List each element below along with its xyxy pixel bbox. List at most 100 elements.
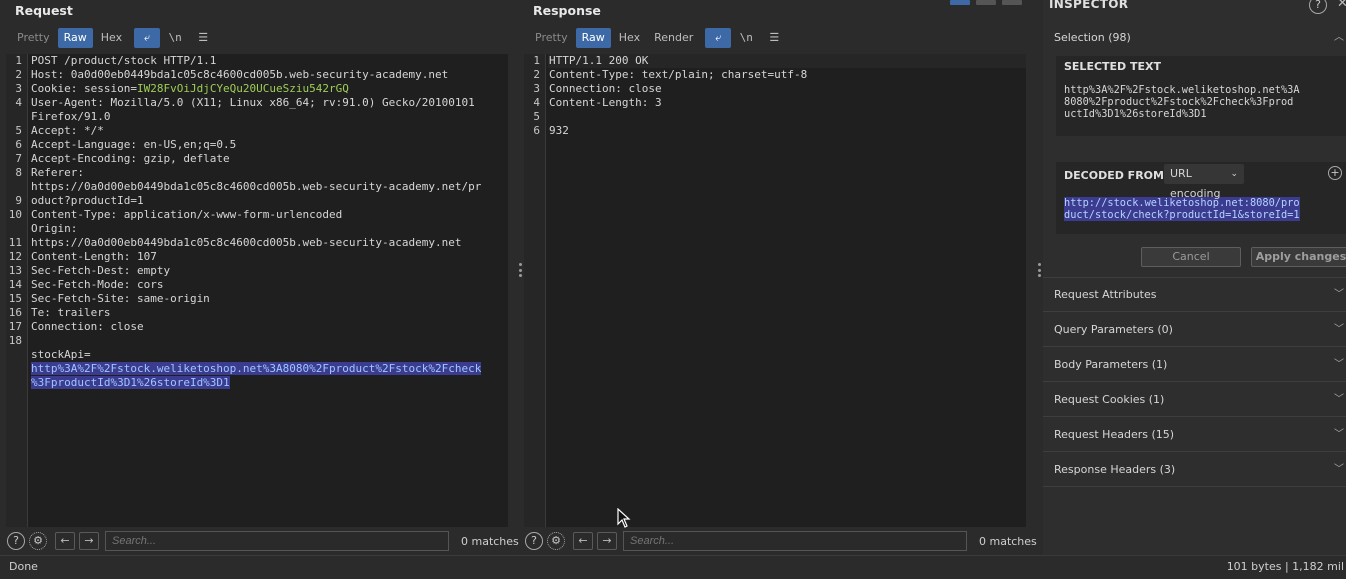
- code-line: Firefox/91.0: [31, 110, 111, 123]
- line-number: 17: [8, 320, 22, 333]
- code-line: Content-Type: application/x-www-form-url…: [31, 208, 343, 221]
- line-number: [6, 222, 27, 236]
- response-tab-raw[interactable]: Raw: [575, 28, 611, 48]
- response-tab-render[interactable]: Render: [648, 28, 699, 48]
- chevron-down-icon: ⌄: [1230, 169, 1238, 179]
- selected-param-value: http%3A%2F%2Fstock.weliketoshop.net%3A80…: [31, 362, 482, 375]
- help-icon[interactable]: ?: [1309, 0, 1327, 14]
- code-line: Host: 0a0d00eb0449bda1c05c8c4600cd005b.w…: [31, 68, 449, 81]
- line-number: 2: [533, 68, 540, 81]
- selection-section-header[interactable]: Selection (98) ︿: [1043, 20, 1346, 55]
- menu-icon[interactable]: ☰: [190, 28, 216, 48]
- request-tabs: Pretty Raw Hex ⤶ \n ☰: [11, 28, 216, 48]
- apply-changes-button[interactable]: Apply changes: [1251, 247, 1346, 267]
- code-line: Te: trailers: [31, 306, 111, 319]
- response-search-bar: ? ⚙ ← → 0 matches: [525, 528, 1037, 554]
- request-tab-hex[interactable]: Hex: [95, 28, 128, 48]
- code-line: User-Agent: Mozilla/5.0 (X11; Linux x86_…: [31, 96, 475, 109]
- section-request-cookies[interactable]: Request Cookies (1) ﹀: [1043, 382, 1346, 417]
- settings-gear-icon[interactable]: ⚙: [29, 532, 47, 550]
- line-number: 12: [8, 250, 22, 263]
- line-number: 2: [15, 68, 22, 81]
- vertical-splitter-handle[interactable]: [518, 263, 522, 277]
- line-number: 15: [8, 292, 22, 305]
- request-tab-raw[interactable]: Raw: [57, 28, 93, 48]
- decoded-from-value: URL encoding: [1170, 167, 1221, 200]
- request-search-input[interactable]: [105, 531, 449, 551]
- response-tab-hex[interactable]: Hex: [613, 28, 646, 48]
- inspector-title: INSPECTOR: [1049, 0, 1129, 11]
- newline-toggle-button[interactable]: \n: [162, 28, 188, 48]
- chevron-down-icon: ﹀: [1334, 289, 1344, 300]
- line-number: [6, 110, 27, 124]
- close-icon[interactable]: ✕: [1337, 0, 1346, 11]
- chevron-down-icon: ﹀: [1334, 359, 1344, 370]
- layout-tabs-button[interactable]: [1002, 0, 1022, 5]
- response-editor[interactable]: 1 2 3 4 5 6 HTTP/1.1 200 OK Content-Type…: [524, 54, 1026, 527]
- next-arrow-icon[interactable]: →: [79, 532, 99, 550]
- help-icon[interactable]: ?: [7, 532, 25, 550]
- settings-gear-icon[interactable]: ⚙: [547, 532, 565, 550]
- line-number: 14: [8, 278, 22, 291]
- menu-icon[interactable]: ☰: [761, 28, 787, 48]
- previous-arrow-icon[interactable]: ←: [55, 532, 75, 550]
- status-text: Done: [9, 560, 38, 573]
- previous-arrow-icon[interactable]: ←: [573, 532, 593, 550]
- wrap-icon[interactable]: ⤶: [705, 28, 732, 48]
- line-number: 1: [533, 54, 540, 67]
- help-icon[interactable]: ?: [525, 532, 543, 550]
- code-line: https://0a0d00eb0449bda1c05c8c4600cd005b…: [31, 180, 482, 193]
- request-gutter: 1 2 3 4 5 6 7 8 9 10 11 12 13 14 15 16 1…: [6, 54, 28, 527]
- cancel-button[interactable]: Cancel: [1141, 247, 1241, 267]
- response-tab-pretty[interactable]: Pretty: [529, 28, 574, 48]
- newline-toggle-button[interactable]: \n: [733, 28, 759, 48]
- section-query-parameters[interactable]: Query Parameters (0) ﹀: [1043, 312, 1346, 347]
- decoded-line: duct/stock/check?productId=1&storeId=1: [1064, 209, 1300, 221]
- section-body-parameters[interactable]: Body Parameters (1) ﹀: [1043, 347, 1346, 382]
- request-code[interactable]: POST /product/stock HTTP/1.1 Host: 0a0d0…: [30, 54, 508, 390]
- code-line: Accept: */*: [31, 124, 104, 137]
- response-size-info: 101 bytes | 1,182 mil: [1226, 560, 1344, 573]
- add-decoding-icon[interactable]: +: [1328, 166, 1342, 180]
- code-line: Content-Type: text/plain; charset=utf-8: [549, 68, 808, 81]
- code-line: Connection: close: [549, 82, 662, 95]
- section-response-headers[interactable]: Response Headers (3) ﹀: [1043, 452, 1346, 487]
- layout-columns-button[interactable]: [950, 0, 970, 5]
- section-request-headers[interactable]: Request Headers (15) ﹀: [1043, 417, 1346, 452]
- section-label: Request Attributes: [1054, 288, 1157, 301]
- inspector-panel: INSPECTOR ? ✕ Selection (98) ︿ SELECTED …: [1043, 0, 1346, 555]
- line-number: 6: [533, 124, 540, 137]
- request-match-count: 0 matches: [461, 534, 519, 548]
- response-match-count: 0 matches: [979, 534, 1037, 548]
- decoded-from-dropdown[interactable]: URL encoding ⌄: [1164, 164, 1244, 200]
- selected-text-box: SELECTED TEXT http%3A%2F%2Fstock.weliket…: [1056, 56, 1346, 136]
- line-number: 3: [15, 82, 22, 95]
- line-number: 16: [8, 306, 22, 319]
- section-label: Body Parameters (1): [1054, 358, 1168, 371]
- code-line: Cookie: session=IW28FvOiJdjCYeQu20UCueSz…: [30, 82, 508, 96]
- line-number: 18: [8, 334, 22, 347]
- code-line: Sec-Fetch-Dest: empty: [31, 264, 171, 277]
- request-editor[interactable]: 1 2 3 4 5 6 7 8 9 10 11 12 13 14 15 16 1…: [6, 54, 508, 527]
- code-line: Content-Length: 107: [31, 250, 157, 263]
- request-title: Request: [15, 3, 73, 18]
- section-request-attributes[interactable]: Request Attributes ﹀: [1043, 277, 1346, 312]
- chevron-up-icon: ︿: [1334, 32, 1344, 43]
- response-gutter: 1 2 3 4 5 6: [524, 54, 546, 527]
- wrap-icon[interactable]: ⤶: [134, 28, 161, 48]
- selected-text-value[interactable]: http%3A%2F%2Fstock.weliketoshop.net%3A 8…: [1064, 84, 1338, 120]
- code-line-current: HTTP/1.1 200 OK: [548, 54, 1026, 68]
- next-arrow-icon[interactable]: →: [597, 532, 617, 550]
- code-line: Referer:: [31, 166, 84, 179]
- response-code[interactable]: HTTP/1.1 200 OK Content-Type: text/plain…: [548, 54, 1026, 138]
- request-search-bar: ? ⚙ ← → 0 matches: [7, 528, 519, 554]
- code-line: Sec-Fetch-Site: same-origin: [31, 292, 210, 305]
- request-tab-pretty[interactable]: Pretty: [11, 28, 56, 48]
- code-line: Connection: close: [31, 320, 144, 333]
- layout-rows-button[interactable]: [976, 0, 996, 5]
- selection-label: Selection (98): [1054, 31, 1131, 44]
- status-bar: Done 101 bytes | 1,182 mil: [0, 555, 1346, 579]
- response-search-input[interactable]: [623, 531, 967, 551]
- line-number: 5: [15, 124, 22, 137]
- inspector-splitter-handle[interactable]: [1037, 263, 1041, 277]
